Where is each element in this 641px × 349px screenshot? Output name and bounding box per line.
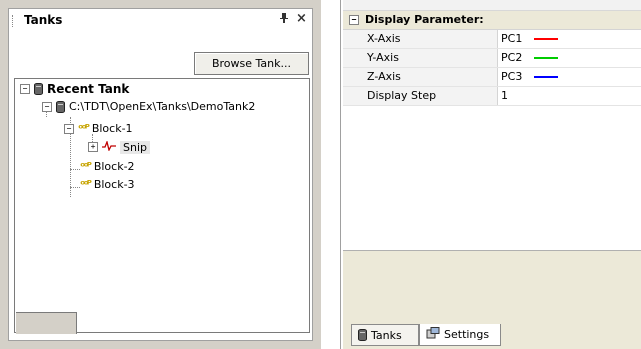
color-swatch bbox=[534, 76, 559, 78]
tree-node-tank[interactable]: − C:\TDT\OpenEx\Tanks\DemoTank2 bbox=[42, 100, 255, 113]
tree-node-snip[interactable]: + Snip bbox=[88, 139, 150, 154]
category-label: Display Parameter: bbox=[365, 13, 484, 26]
tree-node-label: Block-1 bbox=[91, 122, 133, 135]
block-icon: ᵒᵒᴾ bbox=[80, 178, 92, 191]
property-row-y-axis[interactable]: Y-Axis PC2 bbox=[343, 49, 641, 68]
waveform-icon bbox=[102, 139, 116, 154]
property-key: Z-Axis bbox=[343, 68, 498, 86]
tank-icon bbox=[56, 100, 65, 113]
property-row-x-axis[interactable]: X-Axis PC1 bbox=[343, 30, 641, 49]
tab-settings[interactable]: Settings bbox=[419, 324, 501, 346]
grip-handle[interactable] bbox=[12, 15, 15, 27]
property-value[interactable]: PC2 bbox=[501, 49, 559, 67]
tank-icon bbox=[358, 329, 367, 341]
property-key: X-Axis bbox=[343, 30, 498, 48]
tab-tanks[interactable]: Tanks bbox=[351, 324, 419, 346]
tree-node-block-3[interactable]: ᵒᵒᴾ Block-3 bbox=[80, 178, 135, 191]
property-value-text: PC3 bbox=[501, 70, 523, 83]
collapse-icon[interactable]: − bbox=[64, 123, 74, 134]
tree-node-block-2[interactable]: ᵒᵒᴾ Block-2 bbox=[80, 160, 135, 173]
pin-icon[interactable] bbox=[279, 12, 289, 27]
property-value-text: PC1 bbox=[501, 32, 523, 45]
tree-node-label: Snip bbox=[120, 140, 150, 154]
color-swatch bbox=[534, 38, 559, 40]
tree-scroll-corner bbox=[16, 312, 77, 334]
close-icon[interactable]: × bbox=[296, 11, 307, 26]
database-icon bbox=[34, 83, 43, 95]
panel-tab-bar: Tanks Settings bbox=[343, 320, 641, 349]
tree-node-recent-tank[interactable]: − Recent Tank bbox=[20, 82, 129, 96]
block-icon: ᵒᵒᴾ bbox=[80, 160, 92, 173]
tree-node-label: Block-2 bbox=[93, 160, 135, 173]
property-description-area bbox=[343, 250, 641, 321]
property-value[interactable]: 1 bbox=[501, 87, 508, 105]
collapse-icon[interactable]: − bbox=[20, 84, 30, 94]
property-row-z-axis[interactable]: Z-Axis PC3 bbox=[343, 68, 641, 87]
property-value[interactable]: PC3 bbox=[501, 68, 559, 86]
tree-node-label: C:\TDT\OpenEx\Tanks\DemoTank2 bbox=[69, 100, 256, 113]
tab-label: Settings bbox=[444, 328, 490, 341]
property-key: Display Step bbox=[343, 87, 498, 105]
tab-label: Tanks bbox=[371, 328, 402, 342]
property-value-text: 1 bbox=[501, 89, 508, 102]
property-value-text: PC2 bbox=[501, 51, 523, 64]
property-row-display-step[interactable]: Display Step 1 bbox=[343, 87, 641, 106]
collapse-icon[interactable]: − bbox=[42, 101, 52, 112]
tank-tree[interactable] bbox=[14, 78, 310, 333]
tanks-panel-header: Tanks × bbox=[9, 9, 312, 31]
property-category[interactable]: − Display Parameter: bbox=[343, 11, 641, 30]
block-icon: ᵒᵒᴾ bbox=[78, 122, 90, 135]
property-row-partial bbox=[343, 0, 641, 11]
panel-title: Tanks bbox=[24, 13, 63, 27]
tree-node-block-1[interactable]: − ᵒᵒᴾ Block-1 bbox=[64, 122, 133, 135]
tree-node-label: Recent Tank bbox=[47, 82, 130, 96]
property-value[interactable]: PC1 bbox=[501, 30, 559, 48]
tree-node-label: Block-3 bbox=[93, 178, 135, 191]
collapse-icon[interactable]: − bbox=[349, 15, 359, 25]
property-key: Y-Axis bbox=[343, 49, 498, 67]
settings-icon bbox=[426, 327, 440, 342]
color-swatch bbox=[534, 57, 559, 59]
browse-tank-button[interactable]: Browse Tank... bbox=[194, 52, 309, 75]
expand-icon[interactable]: + bbox=[88, 142, 98, 152]
